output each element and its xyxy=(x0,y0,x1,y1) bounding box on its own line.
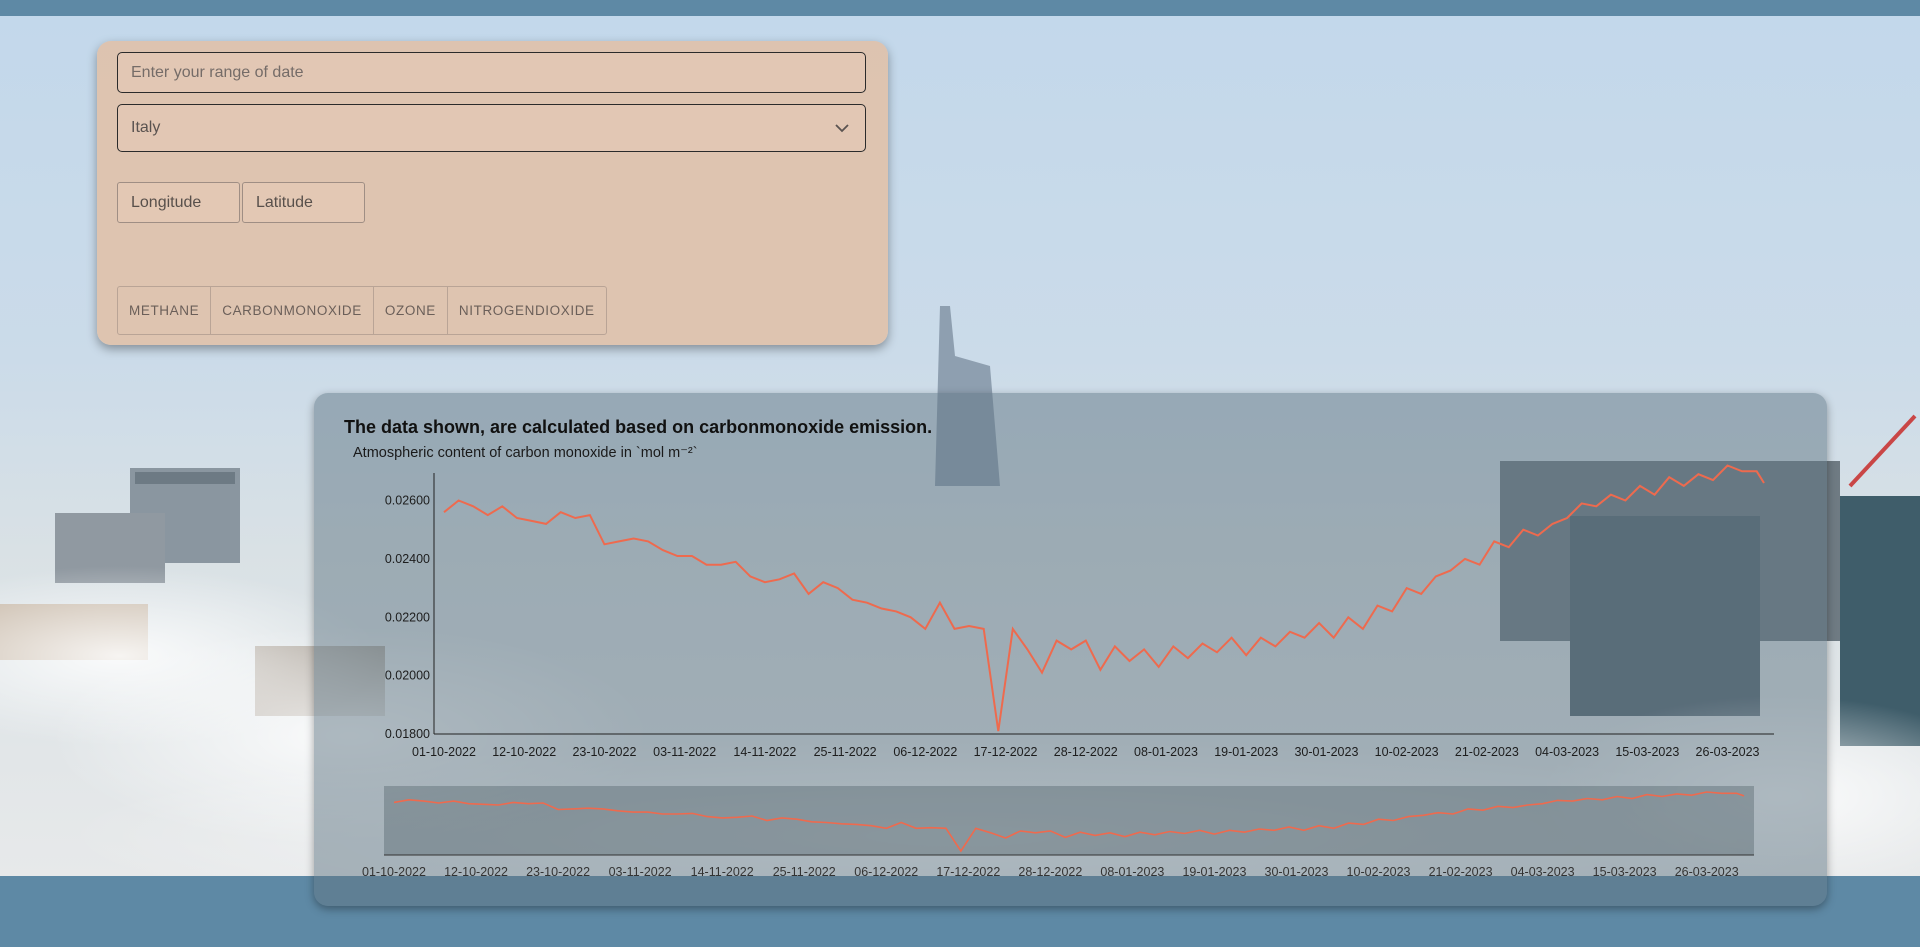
x-tick-labels: 01-10-2022 12-10-2022 23-10-2022 03-11-2022… xyxy=(412,745,1760,759)
navigator-tick-label: 08-01-2023 xyxy=(1100,865,1164,879)
navigator-tick-label: 26-03-2023 xyxy=(1675,865,1739,879)
x-tick-label: 23-10-2022 xyxy=(572,745,636,759)
x-tick-label: 08-01-2023 xyxy=(1134,745,1198,759)
navigator-tick-label: 10-02-2023 xyxy=(1347,865,1411,879)
ozone-button[interactable]: OZONE xyxy=(374,287,448,334)
navigator-tick-label: 25-11-2022 xyxy=(773,865,836,879)
navigator-tick-label: 21-02-2023 xyxy=(1429,865,1493,879)
latitude-label: Latitude xyxy=(256,193,313,211)
navigator-tick-label: 03-11-2022 xyxy=(609,865,672,879)
date-range-field[interactable] xyxy=(117,52,866,93)
line-chart[interactable]: 0.01800 0.02000 0.02200 0.02400 0.02600 01-1… xyxy=(314,393,1827,906)
nitrogendioxide-button[interactable]: NITROGENDIOXIDE xyxy=(448,287,606,334)
methane-button[interactable]: METHANE xyxy=(118,287,212,334)
longitude-input[interactable]: Longitude xyxy=(117,182,240,223)
y-tick-label: 0.02000 xyxy=(385,669,430,683)
country-select-value: Italy xyxy=(131,119,161,136)
navigator-tick-label: 19-01-2023 xyxy=(1182,865,1246,879)
y-tick-label: 0.02200 xyxy=(385,610,430,624)
navigator-tick-label: 23-10-2022 xyxy=(526,865,590,879)
country-select[interactable]: Italy xyxy=(117,104,866,152)
x-tick-label: 21-02-2023 xyxy=(1455,745,1519,759)
longitude-label: Longitude xyxy=(131,193,202,211)
gas-button-group: METHANE CARBONMONOXIDE OZONE NITROGENDIO… xyxy=(117,286,607,335)
filter-panel: Italy Longitude Latitude METHANE CARBONM… xyxy=(97,41,888,345)
navigator-tick-label: 12-10-2022 xyxy=(444,865,508,879)
x-tick-label: 06-12-2022 xyxy=(893,745,957,759)
y-tick-labels: 0.01800 0.02000 0.02200 0.02400 0.02600 xyxy=(385,494,430,741)
navigator-tick-labels: 01-10-2022 12-10-2022 23-10-2022 03-11-2022… xyxy=(362,865,1739,879)
navigator-tick-label: 04-03-2023 xyxy=(1511,865,1575,879)
x-tick-label: 10-02-2023 xyxy=(1375,745,1439,759)
navigator-tick-label: 15-03-2023 xyxy=(1593,865,1657,879)
navigator-tick-label: 28-12-2022 xyxy=(1018,865,1082,879)
date-range-input[interactable] xyxy=(118,53,865,92)
x-tick-label: 30-01-2023 xyxy=(1294,745,1358,759)
x-tick-label: 15-03-2023 xyxy=(1615,745,1679,759)
x-tick-label: 28-12-2022 xyxy=(1054,745,1118,759)
navigator-tick-label: 06-12-2022 xyxy=(854,865,918,879)
navigator-background[interactable] xyxy=(384,786,1754,855)
x-tick-label: 19-01-2023 xyxy=(1214,745,1278,759)
y-tick-label: 0.02400 xyxy=(385,552,430,566)
x-tick-label: 03-11-2022 xyxy=(653,745,716,759)
y-tick-label: 0.01800 xyxy=(385,727,430,741)
x-tick-label: 12-10-2022 xyxy=(492,745,556,759)
x-tick-label: 26-03-2023 xyxy=(1696,745,1760,759)
navigator-tick-label: 14-11-2022 xyxy=(691,865,754,879)
x-tick-label: 25-11-2022 xyxy=(814,745,877,759)
x-tick-label: 04-03-2023 xyxy=(1535,745,1599,759)
navigator-tick-label: 17-12-2022 xyxy=(936,865,1000,879)
chart-card: The data shown, are calculated based on … xyxy=(314,393,1827,906)
x-tick-label: 14-11-2022 xyxy=(733,745,796,759)
chevron-down-icon xyxy=(835,124,849,133)
latitude-input[interactable]: Latitude xyxy=(242,182,365,223)
y-tick-label: 0.02600 xyxy=(385,494,430,508)
x-tick-label: 01-10-2022 xyxy=(412,745,476,759)
co-series-line xyxy=(443,464,1765,732)
x-tick-label: 17-12-2022 xyxy=(974,745,1038,759)
navigator-tick-label: 01-10-2022 xyxy=(362,865,426,879)
carbonmonoxide-button[interactable]: CARBONMONOXIDE xyxy=(211,287,374,334)
navigator-tick-label: 30-01-2023 xyxy=(1265,865,1329,879)
top-band xyxy=(0,0,1920,16)
